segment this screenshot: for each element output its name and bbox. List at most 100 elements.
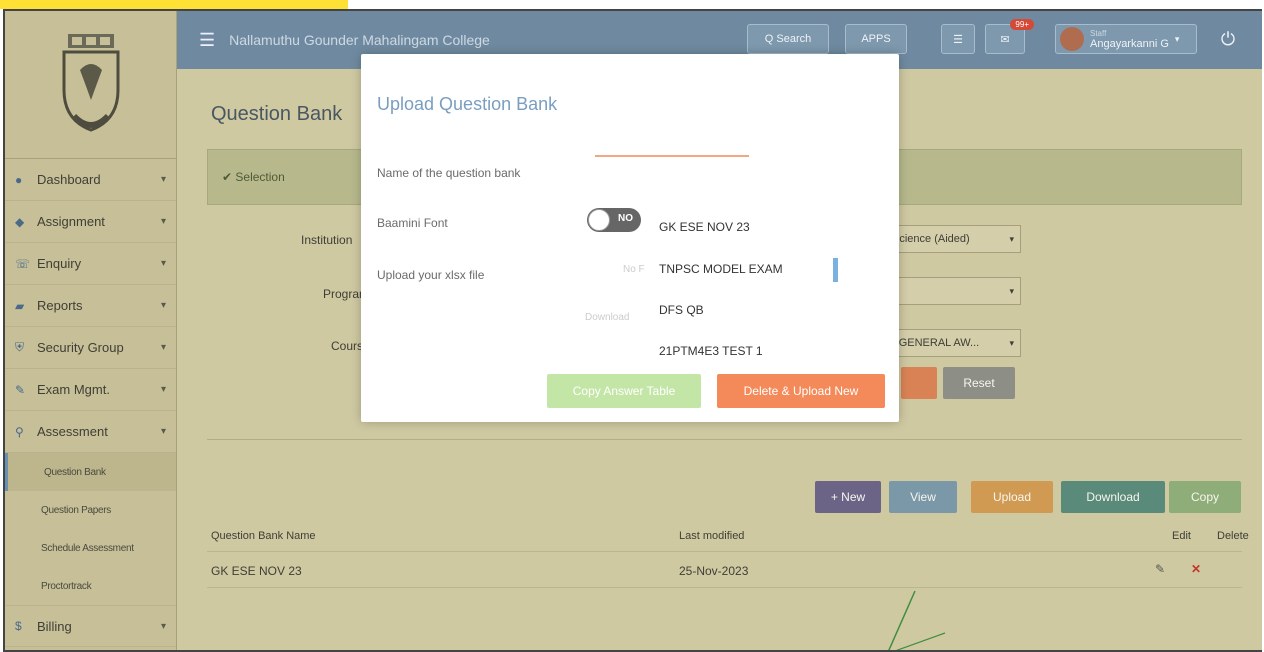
highlight-strip [0,0,348,9]
file-chooser-hint[interactable]: No F [623,264,645,275]
dollar-icon: $ [15,619,22,633]
upload-label: Upload your xlsx file [377,268,485,282]
modal-title: Upload Question Bank [377,94,558,114]
copy-answer-table-button[interactable]: Copy Answer Table [547,374,701,408]
chevron-down-icon: ▾ [160,426,166,437]
sidebar-item-assessment[interactable]: ⚲ Assessment ▾ [5,411,176,453]
list-button[interactable]: ☰ [941,24,975,54]
mail-button[interactable]: ✉ 99+ [985,19,1034,54]
sidebar-subitem-proctortrack[interactable]: Proctortrack [5,567,176,605]
sidebar-item-label: Dashboard [37,172,101,187]
apps-button[interactable]: APPS [845,24,907,54]
view-button[interactable]: View [889,481,957,513]
table-header-divider [207,551,1242,552]
table-row-divider [207,587,1242,588]
sidebar-item-security-group[interactable]: ⛨ Security Group ▾ [5,327,176,369]
chevron-down-icon: ▾ [160,174,166,185]
column-header-edit: Edit [1172,530,1191,542]
chevron-down-icon: ▾ [160,258,166,269]
hamburger-menu-icon[interactable]: ☰ [199,30,215,51]
suggestion-item[interactable]: TNPSC MODEL EXAM [659,262,783,276]
download-template-link[interactable]: Download [585,312,629,323]
course-select[interactable]: - GENERAL AW... ▾ [885,329,1021,357]
edit-icon: ✎ [15,382,26,397]
user-role: Staff [1090,29,1107,38]
delete-icon[interactable]: ✕ [1191,562,1201,576]
chevron-down-icon: ▾ [160,216,166,227]
avatar [1060,27,1084,51]
question-bank-name-cell: GK ESE NOV 23 [211,564,302,578]
chevron-down-icon: ▾ [160,300,166,311]
sidebar: ● Dashboard ▾ ◆ Assignment ▾ ☏ Enquiry ▾… [5,11,177,650]
chevron-down-icon: ▾ [1009,337,1014,348]
power-button[interactable]: ⏻ [1209,24,1247,54]
college-name: Nallamuthu Gounder Mahalingam College [229,32,490,48]
download-button[interactable]: Download [1061,481,1165,513]
sidebar-item-billing[interactable]: $ Billing ▾ [5,605,176,647]
sidebar-item-dashboard[interactable]: ● Dashboard ▾ [5,159,176,201]
sidebar-item-label: Billing [37,618,72,634]
baamini-font-toggle[interactable]: NO [587,208,641,232]
search-button[interactable]: Q Search [747,24,829,54]
last-modified-cell: 25-Nov-2023 [679,564,749,578]
institution-label: Institution [301,233,353,247]
suggestion-item[interactable]: DFS QB [659,303,704,317]
new-button[interactable]: + New [815,481,881,513]
delete-upload-new-button[interactable]: Delete & Upload New [717,374,885,408]
list-icon: ☰ [953,33,963,46]
program-select[interactable]: ▾ [885,277,1021,305]
page-title: Question Bank [211,103,343,125]
upload-button[interactable]: Upload [971,481,1053,513]
assignment-icon: ◆ [15,214,25,229]
upload-question-bank-modal: Upload Question Bank Name of the questio… [361,54,899,422]
power-icon: ⏻ [1220,28,1236,49]
sidebar-item-enquiry[interactable]: ☏ Enquiry ▾ [5,243,176,285]
column-header-name: Question Bank Name [211,530,316,542]
file-input-cursor [833,258,838,282]
copy-button[interactable]: Copy [1169,481,1241,513]
question-bank-name-input[interactable] [595,155,749,157]
chevron-down-icon: ▾ [160,342,166,353]
name-label: Name of the question bank [377,166,521,180]
suggestion-item[interactable]: GK ESE NOV 23 [659,220,750,234]
sidebar-subitem-schedule-assessment[interactable]: Schedule Assessment [5,529,176,567]
search-icon: ⚲ [15,424,24,439]
suggestion-item[interactable]: 21PTM4E3 TEST 1 [659,344,763,358]
shield-icon: ⛨ [15,340,25,354]
chevron-down-icon: ▾ [160,620,166,632]
sidebar-item-exam-mgmt[interactable]: ✎ Exam Mgmt. ▾ [5,369,176,411]
user-menu[interactable]: Staff Angayarkanni G ▾ [1055,24,1197,54]
phone-icon: ☏ [15,256,31,271]
sidebar-item-label: Assessment [37,424,108,439]
column-header-modified: Last modified [679,530,745,542]
sidebar-subitem-question-bank[interactable]: Question Bank [5,453,176,491]
sidebar-item-label: Exam Mgmt. [37,382,110,397]
user-name: Angayarkanni G [1090,38,1169,50]
dashboard-icon: ● [15,172,23,187]
chevron-down-icon: ▾ [1174,33,1180,44]
chevron-down-icon: ▾ [1009,285,1014,296]
app-window: ● Dashboard ▾ ◆ Assignment ▾ ☏ Enquiry ▾… [3,9,1262,652]
edit-icon[interactable]: ✎ [1155,562,1165,576]
font-label: Baamini Font [377,216,448,230]
sidebar-item-assignment[interactable]: ◆ Assignment ▾ [5,201,176,243]
sidebar-item-label: Enquiry [37,256,82,271]
mail-count-badge: 99+ [1010,19,1034,30]
sidebar-item-reports[interactable]: ▰ Reports ▾ [5,285,176,327]
search-orange-button[interactable] [901,367,937,399]
chevron-down-icon: ▾ [160,384,166,395]
selection-label: ✔ Selection [222,170,285,184]
column-header-delete: Delete [1217,530,1249,542]
mail-icon: ✉ [1000,33,1010,46]
sidebar-item-label: Reports [37,298,83,313]
sidebar-item-label: Security Group [37,340,124,355]
folder-icon: ▰ [15,298,25,313]
college-logo [5,11,176,159]
pen-scribble [888,590,946,650]
divider [207,439,1242,440]
reset-button[interactable]: Reset [943,367,1015,399]
institution-select[interactable]: Science (Aided) ▾ [885,225,1021,253]
sidebar-item-label: Assignment [37,214,105,229]
chevron-down-icon: ▾ [1009,233,1014,244]
sidebar-subitem-question-papers[interactable]: Question Papers [5,491,176,529]
